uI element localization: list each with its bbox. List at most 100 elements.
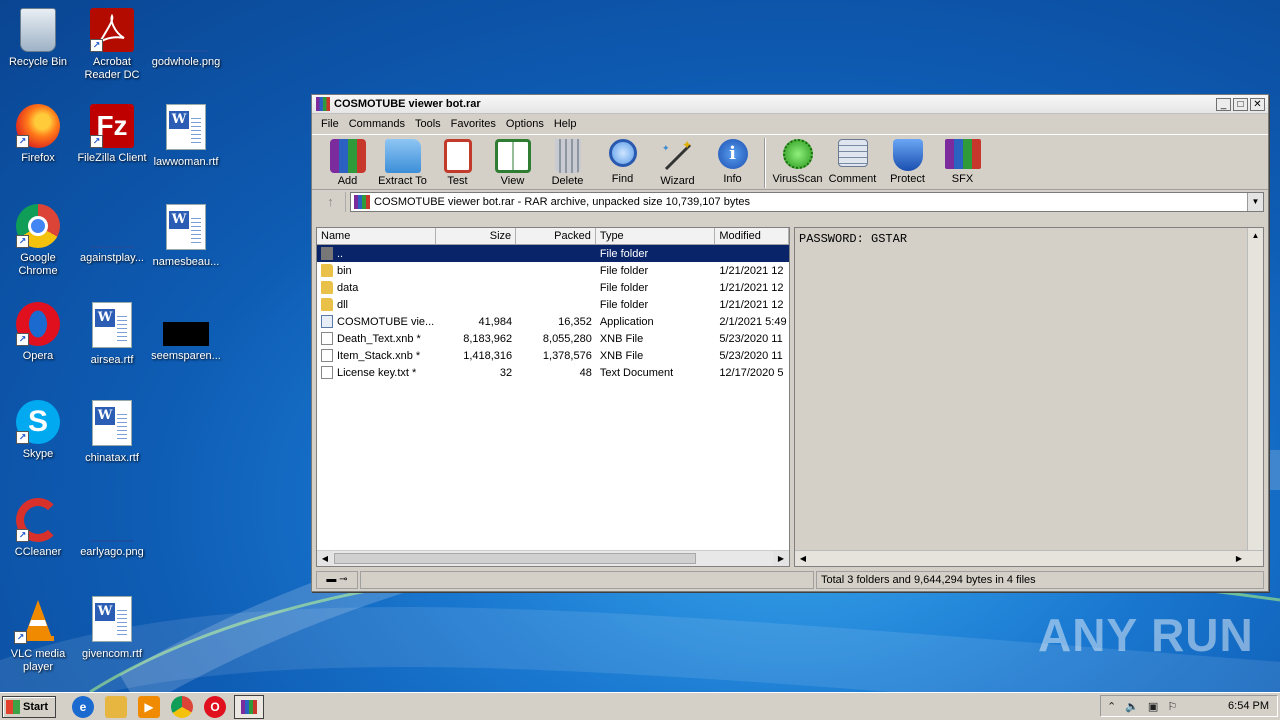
desktop-icon-givencom[interactable]: W givencom.rtf [74,596,150,661]
virusscan-button[interactable]: VirusScan [770,135,825,185]
file-row-death-text[interactable]: Death_Text.xnb * 8,183,962 8,055,280 XNB… [317,330,789,347]
scroll-thumb[interactable] [334,553,696,564]
chevron-down-icon[interactable]: ▼ [1247,193,1263,211]
sfx-button[interactable]: SFX [935,135,990,185]
extract-folder-icon [384,139,421,173]
view-button[interactable]: View [485,135,540,187]
desktop-icon-opera[interactable]: ↗ Opera [0,302,76,363]
scroll-up-icon[interactable]: ▲ [1248,228,1263,243]
opera-icon[interactable]: O [204,695,226,718]
protect-button[interactable]: Protect [880,135,935,185]
opera-icon: ↗ [16,302,60,346]
find-button[interactable]: Find [595,135,650,185]
minimize-button[interactable]: _ [1216,97,1231,111]
extract-to-button[interactable]: Extract To [375,135,430,187]
file-row-license-key[interactable]: License key.txt * 32 48 Text Document 12… [317,364,789,381]
network-icon[interactable]: ▣ [1148,700,1158,713]
scroll-right-icon[interactable]: ▶ [773,551,789,566]
desktop-icon-seemsparen[interactable]: seemsparen... [148,302,224,363]
menu-file[interactable]: File [316,118,344,130]
menu-favorites[interactable]: Favorites [446,118,501,130]
recycle-bin-icon [20,8,56,52]
chrome-icon: ↗ [16,204,60,248]
status-text: Total 3 folders and 9,644,294 bytes in 4… [816,571,1264,589]
scroll-right-icon[interactable]: ▶ [1231,551,1247,566]
close-button[interactable]: ✕ [1250,97,1265,111]
desktop-icon-againstplay[interactable]: againstplay... [74,204,150,265]
action-center-flag-icon[interactable]: ⚐ [1167,700,1177,713]
column-modified[interactable]: Modified [715,228,790,244]
column-name[interactable]: Name [317,228,437,244]
image-file-icon [90,498,134,542]
start-button[interactable]: Start [2,695,56,718]
file-row-dll[interactable]: dll File folder 1/21/2021 12 [317,296,789,313]
trash-icon [554,139,581,173]
delete-button[interactable]: Delete [540,135,595,187]
chrome-icon[interactable] [171,695,193,718]
desktop-icon-chrome[interactable]: ↗ Google Chrome [0,204,76,278]
column-packed[interactable]: Packed [516,228,596,244]
folder-icon [321,298,333,311]
menu-help[interactable]: Help [549,118,582,130]
address-field[interactable]: COSMOTUBE viewer bot.rar - RAR archive, … [350,192,1264,212]
desktop-icon-vlc[interactable]: ↗ VLC media player [0,596,76,674]
window-title: COSMOTUBE viewer bot.rar [334,98,481,110]
column-size[interactable]: Size [436,228,517,244]
up-arrow-icon[interactable]: ↑ [316,192,346,212]
menu-bar: File Commands Tools Favorites Options He… [312,114,1268,134]
comment-hscrollbar[interactable]: ◀ ▶ [795,550,1263,566]
desktop-icon-acrobat[interactable]: ↗ Acrobat Reader DC [74,8,150,82]
add-button[interactable]: Add [320,135,375,187]
test-button[interactable]: Test [430,135,485,187]
desktop-icon-recycle-bin[interactable]: Recycle Bin [0,8,76,69]
taskbar-winrar-button[interactable] [234,694,264,719]
desktop-icon-firefox[interactable]: ↗ Firefox [0,104,76,165]
file-row-cosmotube-exe[interactable]: COSMOTUBE vie... 41,984 16,352 Applicati… [317,313,789,330]
maximize-button[interactable]: □ [1233,97,1248,111]
info-icon: i [717,139,748,169]
internet-explorer-icon[interactable]: e [72,695,94,718]
desktop-icon-chinatax[interactable]: W chinatax.rtf [74,400,150,465]
volume-icon[interactable]: 🔈 [1125,700,1139,713]
scroll-left-icon[interactable]: ◀ [317,551,333,566]
tray-expand-icon[interactable]: ⌃ [1107,700,1116,713]
toolbar: Add Extract To Test View Delete Find ✦ ✦ … [312,134,1268,190]
info-button[interactable]: i Info [705,135,760,185]
desktop-icon-earlyago[interactable]: earlyago.png [74,498,150,559]
explorer-folder-icon[interactable] [105,695,127,718]
address-text: COSMOTUBE viewer bot.rar - RAR archive, … [374,196,750,208]
file-row-bin[interactable]: bin File folder 1/21/2021 12 [317,262,789,279]
comment-pane: PASSWORD: GSTAR ▲ ◀ ▶ [794,227,1264,567]
drive-key-icon[interactable]: ▬ ⊸ [316,571,358,589]
file-row-parent[interactable]: .. File folder [317,245,789,262]
file-list-hscrollbar[interactable]: ◀ ▶ [317,550,789,566]
title-bar[interactable]: COSMOTUBE viewer bot.rar _ □ ✕ [312,95,1268,114]
desktop-icon-lawwoman[interactable]: W lawwoman.rtf [148,104,224,169]
desktop-icon-airsea[interactable]: W airsea.rtf [74,302,150,367]
column-type[interactable]: Type [596,228,716,244]
desktop-icon-godwhole[interactable]: godwhole.png [148,8,224,69]
media-player-icon[interactable]: ▶ [138,695,160,718]
image-file-icon [164,8,208,52]
comment-vscrollbar[interactable]: ▲ [1247,228,1263,550]
desktop-icon-skype[interactable]: S ↗ Skype [0,400,76,461]
status-bar: ▬ ⊸ Total 3 folders and 9,644,294 bytes … [316,571,1264,589]
menu-commands[interactable]: Commands [344,118,410,130]
desktop-icon-filezilla[interactable]: Fz ↗ FileZilla Client [74,104,150,165]
image-file-icon [163,302,209,346]
folder-icon [321,264,333,277]
comment-button[interactable]: Comment [825,135,880,185]
clock[interactable]: 6:54 PM [1228,700,1269,712]
menu-tools[interactable]: Tools [410,118,446,130]
file-row-item-stack[interactable]: Item_Stack.xnb * 1,418,316 1,378,576 XNB… [317,347,789,364]
scroll-left-icon[interactable]: ◀ [795,551,811,566]
taskbar: Start e ▶ O ⌃ 🔈 ▣ ⚐ 6:54 PM [0,692,1280,720]
file-row-data[interactable]: data File folder 1/21/2021 12 [317,279,789,296]
wizard-button[interactable]: ✦ ✦ Wizard [650,135,705,187]
desktop-icon-ccleaner[interactable]: ↗ CCleaner [0,498,76,559]
winrar-icon [241,699,257,714]
wand-icon: ✦ ✦ [660,138,696,173]
word-doc-icon: W [162,204,210,252]
menu-options[interactable]: Options [501,118,549,130]
desktop-icon-namesbeau[interactable]: W namesbeau... [148,204,224,269]
